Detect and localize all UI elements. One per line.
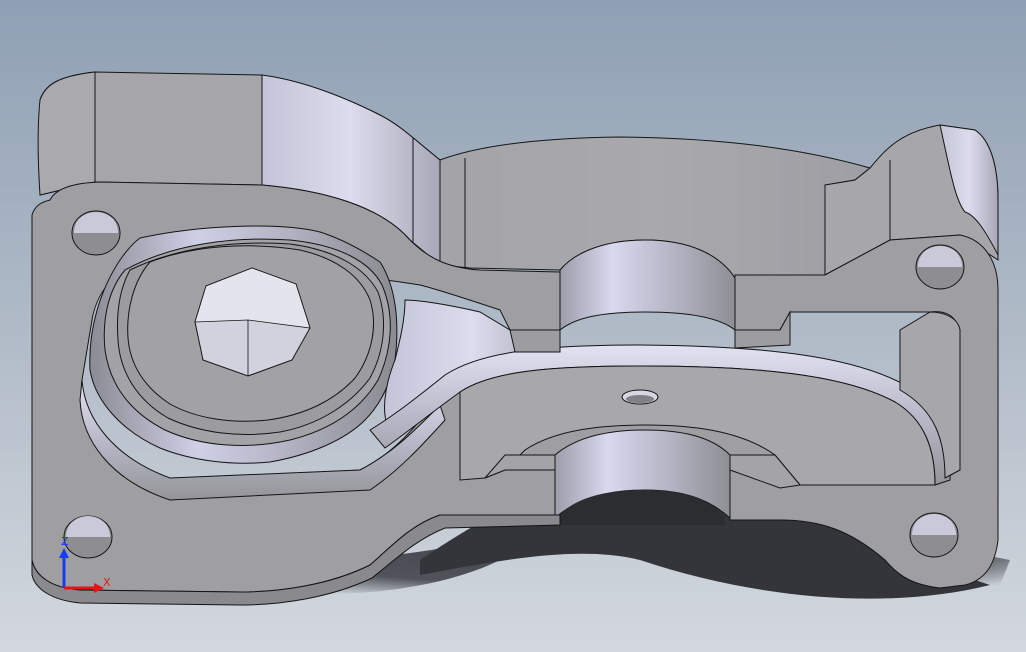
left-upper-wall-dark: [37, 71, 96, 196]
arm-hole-depth: [626, 395, 654, 403]
triad-z-label: Z: [61, 535, 69, 548]
graphics-viewport[interactable]: Z X: [0, 0, 1026, 652]
mount-hole-top-left: [71, 210, 121, 256]
mount-hole-bottom-left: [63, 515, 113, 559]
model-view[interactable]: Z X: [0, 0, 1026, 652]
triad-x-label: X: [103, 576, 111, 589]
mount-hole-top-right: [915, 244, 965, 290]
mount-hole-bottom-right: [909, 512, 959, 558]
